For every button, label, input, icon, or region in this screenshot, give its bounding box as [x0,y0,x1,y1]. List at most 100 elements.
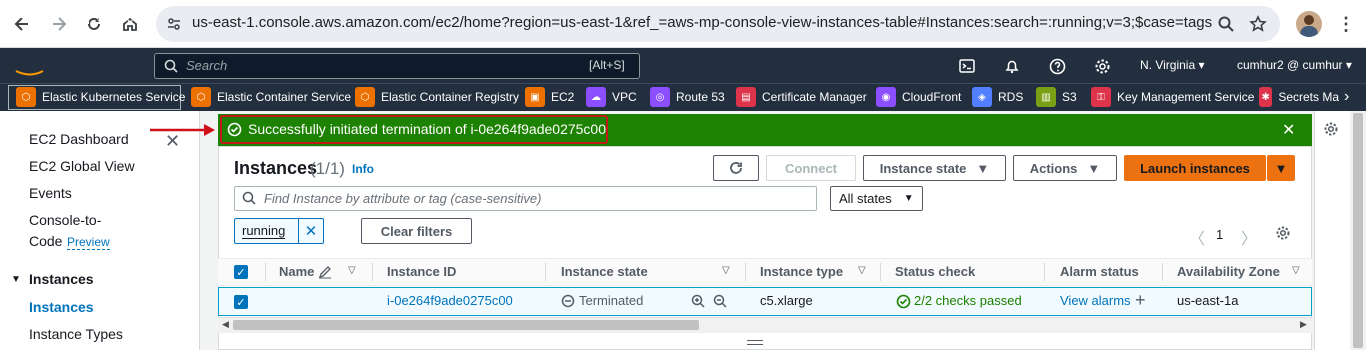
ecs-icon: ⬡ [191,87,211,107]
view-alarms-link[interactable]: View alarms [1060,293,1131,308]
help-icon[interactable] [1048,57,1066,75]
column-header-alarm-status[interactable]: Alarm status [1060,264,1139,279]
page-title: Instances [234,158,318,178]
caret-down-icon[interactable]: ▼ [11,274,21,285]
tools-settings-icon[interactable] [1323,121,1339,137]
services-label: Services [97,10,147,25]
search-icon [242,191,256,205]
caret-down-icon: ▼ [903,193,914,204]
favorite-ecr[interactable]: ⬡ Elastic Container Registry [355,86,519,108]
instance-id-link[interactable]: i-0e264f9ade0275c00 [387,293,513,308]
preview-badge[interactable]: Preview [67,235,110,250]
favorite-kms[interactable]: ⚿ Key Management Service [1091,86,1254,108]
availability-zone-value: us-east-1a [1177,293,1239,308]
favorite-cloudfront[interactable]: ◉ CloudFront [876,86,961,108]
column-divider [1044,263,1045,281]
bookmark-star-icon[interactable] [1246,12,1270,36]
sort-icon[interactable]: ▽ [722,265,730,276]
sidebar-item-instance-types[interactable]: Instance Types [29,326,123,342]
clear-filters-button[interactable]: Clear filters [361,218,472,244]
dismiss-flash-icon[interactable]: ✕ [1282,120,1295,140]
forward-icon[interactable] [47,12,71,36]
favorite-ec2[interactable]: ▣ EC2 [525,86,574,108]
edit-pencil-icon [318,266,331,279]
zoom-in-icon[interactable] [691,294,705,308]
search-icon [164,59,178,73]
vertical-scroll-thumb[interactable] [1353,113,1363,348]
add-alarm-icon[interactable]: + [1135,290,1146,311]
aws-logo[interactable]: aws [14,5,41,22]
search-shortcut: [Alt+S] [589,58,625,72]
select-all-checkbox[interactable]: ✓ [234,265,248,279]
column-header-instance-state[interactable]: Instance state [561,264,648,279]
favorite-rds[interactable]: ◈ RDS [972,86,1023,108]
favorite-route53[interactable]: ◎ Route 53 [650,86,725,108]
instance-count: (1/1) [310,159,345,178]
info-link[interactable]: Info [352,162,374,176]
split-panel-drag-handle[interactable] [747,340,763,345]
certificate-icon: ▤ [736,87,756,107]
ecr-icon: ⬡ [355,87,375,107]
column-header-instance-id[interactable]: Instance ID [387,264,456,279]
browser-menu-icon[interactable]: ⋮ [1334,12,1358,36]
page-number[interactable]: 1 [1216,227,1223,242]
connect-button[interactable]: Connect [766,155,856,181]
notifications-bell-icon[interactable] [1003,57,1021,75]
filter-placeholder: Find Instance by attribute or tag (case-… [264,191,542,206]
sidebar-item-ec2-global-view[interactable]: EC2 Global View [29,158,135,174]
eks-icon: ⬡ [16,87,36,107]
cloudfront-icon: ◉ [876,87,896,107]
zoom-icon[interactable] [1214,12,1238,36]
favorite-s3[interactable]: ▥ S3 [1036,86,1077,108]
sidebar-section-instances[interactable]: Instances [29,271,94,287]
column-header-availability-zone[interactable]: Availability Zone [1177,264,1280,279]
sort-icon[interactable]: ▽ [348,265,356,276]
row-checkbox[interactable]: ✓ [234,295,248,309]
chevron-right-icon[interactable]: › [1344,88,1349,106]
sidebar-item-code[interactable]: Code [29,233,62,249]
favorite-eks[interactable]: ⬡ Elastic Kubernetes Service [16,86,185,108]
instance-state-button[interactable]: Instance state ▼ [863,155,1006,181]
launch-dropdown-button[interactable]: ▼ [1267,155,1295,181]
cloudshell-icon[interactable] [958,57,976,75]
column-header-name[interactable]: Name [279,264,314,279]
services-menu[interactable]: Services [76,10,147,25]
sidebar-item-instances[interactable]: Instances [29,299,94,315]
states-select[interactable]: All states ▼ [830,186,923,211]
account-menu[interactable]: cumhur2 @ cumhur ▾ [1237,58,1352,72]
site-info-icon[interactable] [162,12,186,36]
next-page-icon[interactable]: 〉 [1241,225,1257,249]
prev-page-icon[interactable]: 〈 [1189,225,1205,249]
search-placeholder: Search [186,58,228,73]
launch-instances-button[interactable]: Launch instances [1124,155,1266,181]
favorite-ecs[interactable]: ⬡ Elastic Container Service [191,86,351,108]
route53-icon: ◎ [650,87,670,107]
url-text[interactable]: us-east-1.console.aws.amazon.com/ec2/hom… [192,14,1212,31]
favorite-vpc[interactable]: ☁ VPC [586,86,637,108]
sort-icon[interactable]: ▽ [1292,265,1300,276]
column-divider [372,263,373,281]
scroll-left-icon[interactable]: ◀ [222,319,229,330]
preferences-gear-icon[interactable] [1275,225,1291,241]
profile-avatar[interactable] [1296,11,1322,37]
column-header-status-check[interactable]: Status check [895,264,975,279]
caret-down-icon: ▼ [976,160,990,176]
favorite-secrets-manager[interactable]: ✱ Secrets Ma [1259,86,1339,108]
favorite-certificate-manager[interactable]: ▤ Certificate Manager [736,86,867,108]
settings-gear-icon[interactable] [1093,57,1111,75]
sidebar-item-events[interactable]: Events [29,185,72,201]
actions-button[interactable]: Actions ▼ [1013,155,1117,181]
checks-passed-icon [896,294,911,309]
remove-token-icon[interactable]: ✕ [298,219,323,243]
scroll-right-icon[interactable]: ▶ [1300,319,1307,330]
filter-token-label[interactable]: running [242,223,286,239]
region-selector[interactable]: N. Virginia ▾ [1140,58,1205,72]
sidebar-item-console-to-code[interactable]: Console-to- [29,212,101,228]
zoom-out-icon[interactable] [713,294,727,308]
column-divider [545,263,546,281]
sort-icon[interactable]: ▽ [858,265,866,276]
refresh-button[interactable] [713,155,759,181]
horizontal-scroll-thumb[interactable] [233,320,699,330]
sidebar-item-ec2-dashboard[interactable]: EC2 Dashboard [29,131,129,147]
column-header-instance-type[interactable]: Instance type [760,264,843,279]
